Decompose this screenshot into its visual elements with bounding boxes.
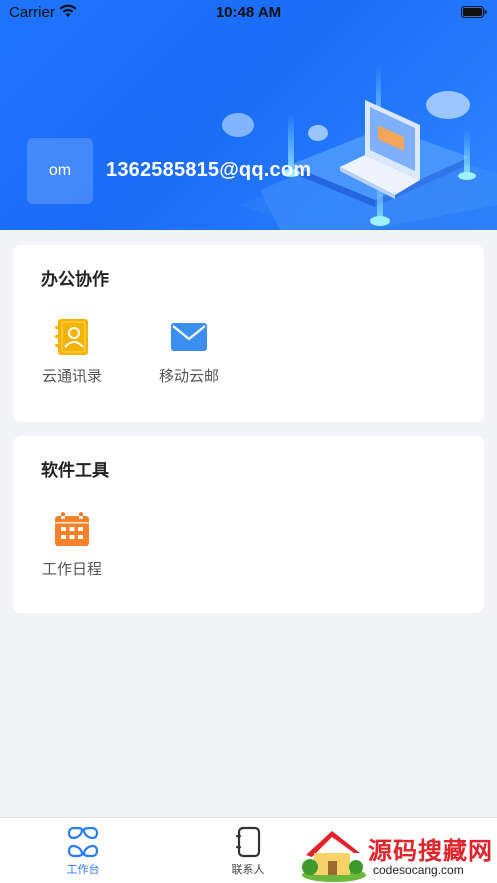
contacts-book-icon — [55, 319, 88, 355]
profile-header: Carrier 10:48 AM om 1362585815@qq.com — [0, 0, 497, 230]
watermark-text: 源码搜藏网 — [368, 837, 493, 865]
battery-icon — [461, 6, 487, 18]
tab-workbench[interactable]: 工作台 — [43, 826, 123, 877]
section-title: 软件工具 — [41, 461, 109, 481]
tab-label: 工作台 — [66, 863, 100, 876]
calendar-icon — [55, 512, 89, 546]
mobile-mail-tile[interactable]: 移动云邮 — [134, 317, 244, 386]
workbench-icon — [67, 826, 99, 858]
contacts-icon — [236, 826, 261, 858]
tile-label: 云通讯录 — [41, 367, 102, 385]
section-title: 办公协作 — [41, 270, 109, 290]
watermark-url: codesocang.com — [373, 863, 464, 877]
header-illustration — [222, 65, 497, 230]
status-bar: Carrier 10:48 AM — [0, 0, 497, 26]
cloud-contacts-tile[interactable]: 云通讯录 — [17, 317, 127, 386]
office-collaboration-card: 办公协作 云通讯录 移动云邮 — [13, 245, 484, 422]
tab-label: 联系人 — [231, 863, 265, 876]
watermark: 源码搜藏网 codesocang.com — [296, 825, 497, 883]
status-time: 10:48 AM — [215, 4, 282, 21]
tile-label: 移动云邮 — [158, 367, 219, 385]
work-schedule-tile[interactable]: 工作日程 — [17, 510, 127, 579]
house-logo-icon — [302, 831, 366, 882]
tile-label: 工作日程 — [41, 560, 102, 578]
mail-icon — [171, 323, 207, 351]
software-tools-card: 软件工具 工作日程 — [13, 436, 484, 613]
tab-contacts[interactable]: 联系人 — [208, 826, 288, 877]
user-email: 1362585815@qq.com — [106, 159, 312, 181]
avatar[interactable]: om — [27, 138, 93, 204]
